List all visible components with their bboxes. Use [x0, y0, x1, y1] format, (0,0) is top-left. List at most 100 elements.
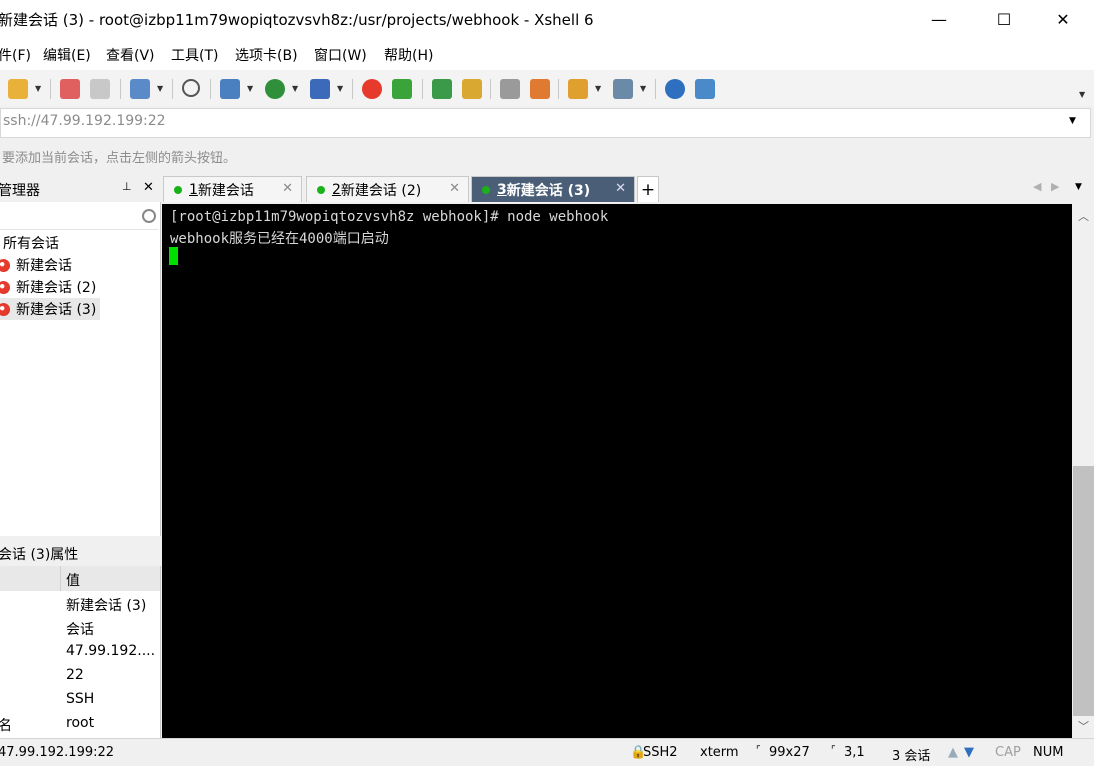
scroll-down-icon[interactable]: ﹀	[1078, 718, 1089, 734]
property-row: SSH	[66, 691, 95, 707]
tree-session-3[interactable]: 新建会话 (3)	[0, 298, 101, 320]
window-title: 新建会话 (3) - root@izbp11m79wopiqtozvsvh8z:…	[0, 11, 594, 29]
toolbar-separator	[120, 79, 121, 99]
connected-dot-icon	[317, 185, 325, 194]
toolbar-separator	[655, 79, 656, 99]
toolbar-separator	[50, 79, 51, 99]
close-button[interactable]: ✕	[1040, 0, 1086, 38]
value-column-header: 值	[66, 573, 80, 589]
fullscreen-icon[interactable]	[432, 79, 452, 99]
terminal-line: webhook服务已经在4000端口启动	[170, 231, 389, 247]
tab-scroll-left-icon[interactable]: ◀	[1033, 180, 1041, 193]
menu-edit[interactable]: 编辑(E)	[43, 45, 91, 65]
session-manager-close-icon[interactable]: ✕	[143, 180, 154, 195]
toolbar-separator	[422, 79, 423, 99]
scroll-up-icon[interactable]: ︿	[1078, 208, 1089, 224]
search-icon[interactable]	[142, 209, 156, 223]
menu-view[interactable]: 查看(V)	[106, 45, 155, 65]
properties-title: 会话 (3)属性	[0, 547, 79, 563]
open-folder-icon[interactable]	[8, 79, 28, 99]
property-row: 会话	[66, 622, 94, 638]
pin-icon[interactable]: ⊥	[122, 180, 132, 193]
maximize-button[interactable]: ☐	[981, 0, 1027, 38]
status-host: 47.99.192.199:22	[0, 745, 115, 760]
toolbar: ▼ ▼ ▼ ▼ ▼ ▼ ▼ ▼	[0, 70, 1094, 106]
chevron-down-icon[interactable]: ▼	[595, 84, 601, 93]
status-cursor-pos: 3,1	[844, 745, 865, 760]
cursor-pos-icon: ⌜	[831, 745, 836, 756]
layout-icon[interactable]	[613, 79, 633, 99]
disconnect-icon[interactable]	[90, 79, 110, 99]
tree-root[interactable]: 所有会话	[3, 232, 59, 254]
tab-label: 新建会话 (2)	[340, 182, 422, 199]
tab-close-icon[interactable]: ✕	[449, 181, 460, 196]
toolbar-overflow-icon[interactable]: ▼	[1079, 90, 1085, 99]
tab-close-icon[interactable]: ✕	[615, 181, 626, 196]
copy-icon[interactable]	[220, 79, 240, 99]
arrow-up-icon[interactable]: ▲	[948, 745, 958, 760]
minimize-button[interactable]: —	[916, 0, 962, 38]
menu-tools[interactable]: 工具(T)	[171, 45, 218, 65]
status-cap: CAP	[995, 745, 1021, 760]
hint-text: 要添加当前会话，点击左侧的箭头按钮。	[2, 151, 237, 166]
status-term: xterm	[700, 745, 739, 760]
terminal[interactable]: [root@izbp11m79wopiqtozvsvh8z webhook]# …	[162, 204, 1072, 738]
session-icon	[0, 302, 10, 316]
properties-header: 会话 (3)属性	[0, 540, 160, 566]
xshell-icon[interactable]	[362, 79, 382, 99]
property-row: 47.99.192....	[66, 643, 156, 659]
tab-session-1[interactable]: 1 新建会话 ✕	[163, 176, 302, 202]
session-search-input[interactable]	[0, 205, 158, 230]
address-input[interactable]	[3, 113, 1053, 129]
menu-file[interactable]: 件(F)	[0, 45, 31, 65]
xftp-icon[interactable]	[392, 79, 412, 99]
connected-dot-icon	[482, 185, 490, 194]
arrow-down-icon[interactable]: ▼	[964, 745, 974, 760]
lock-icon[interactable]	[462, 79, 482, 99]
tab-list-dropdown-icon[interactable]: ▼	[1075, 182, 1082, 192]
chevron-down-icon[interactable]: ▼	[35, 84, 41, 93]
status-num: NUM	[1033, 745, 1064, 760]
toolbar-separator	[490, 79, 491, 99]
menu-tab[interactable]: 选项卡(B)	[235, 45, 298, 65]
keyboard-icon[interactable]	[500, 79, 520, 99]
chevron-down-icon[interactable]: ▼	[292, 84, 298, 93]
globe-icon[interactable]	[265, 79, 285, 99]
menu-window[interactable]: 窗口(W)	[314, 45, 367, 65]
tree-session-2[interactable]: 新建会话 (2)	[0, 276, 96, 298]
menu-help[interactable]: 帮助(H)	[384, 45, 433, 65]
hint-bar: 要添加当前会话，点击左侧的箭头按钮。	[0, 142, 1094, 170]
properties-icon[interactable]	[130, 79, 150, 99]
chevron-down-icon[interactable]: ▼	[337, 84, 343, 93]
scrollbar-thumb[interactable]	[1073, 466, 1094, 716]
tree-session-1[interactable]: 新建会话	[0, 254, 72, 276]
search-icon[interactable]	[182, 79, 200, 97]
connect-icon[interactable]	[60, 79, 80, 99]
menu-bar: 件(F) 编辑(E) 查看(V) 工具(T) 选项卡(B) 窗口(W) 帮助(H…	[0, 38, 1094, 70]
script-icon[interactable]	[530, 79, 550, 99]
chevron-down-icon[interactable]: ▼	[640, 84, 646, 93]
tab-bar: 1 新建会话 ✕ 2 新建会话 (2) ✕ 3 新建会话 (3) ✕ + ◀ ▶…	[162, 176, 1094, 203]
status-protocol: SSH2	[643, 745, 678, 760]
chat-icon[interactable]	[695, 79, 715, 99]
terminal-line: [root@izbp11m79wopiqtozvsvh8z webhook]# …	[170, 209, 609, 225]
tab-close-icon[interactable]: ✕	[282, 181, 293, 196]
chevron-down-icon[interactable]: ▼	[1069, 116, 1076, 126]
tab-session-3[interactable]: 3 新建会话 (3) ✕	[471, 176, 635, 202]
connected-dot-icon	[174, 185, 182, 194]
tab-scroll-right-icon[interactable]: ▶	[1051, 180, 1059, 193]
tab-label: 新建会话 (3)	[506, 182, 591, 199]
properties-column-header: 值	[0, 566, 160, 591]
help-icon[interactable]	[665, 79, 685, 99]
tab-session-2[interactable]: 2 新建会话 (2) ✕	[306, 176, 469, 202]
new-folder-icon[interactable]	[568, 79, 588, 99]
chevron-down-icon[interactable]: ▼	[247, 84, 253, 93]
toolbar-separator	[352, 79, 353, 99]
session-manager-title: 管理器	[0, 183, 40, 199]
property-row: 22	[66, 667, 84, 683]
font-icon[interactable]	[310, 79, 330, 99]
tree-session-label: 新建会话	[16, 258, 72, 274]
new-tab-button[interactable]: +	[637, 176, 659, 202]
chevron-down-icon[interactable]: ▼	[157, 84, 163, 93]
address-bar: ▼	[0, 108, 1091, 138]
